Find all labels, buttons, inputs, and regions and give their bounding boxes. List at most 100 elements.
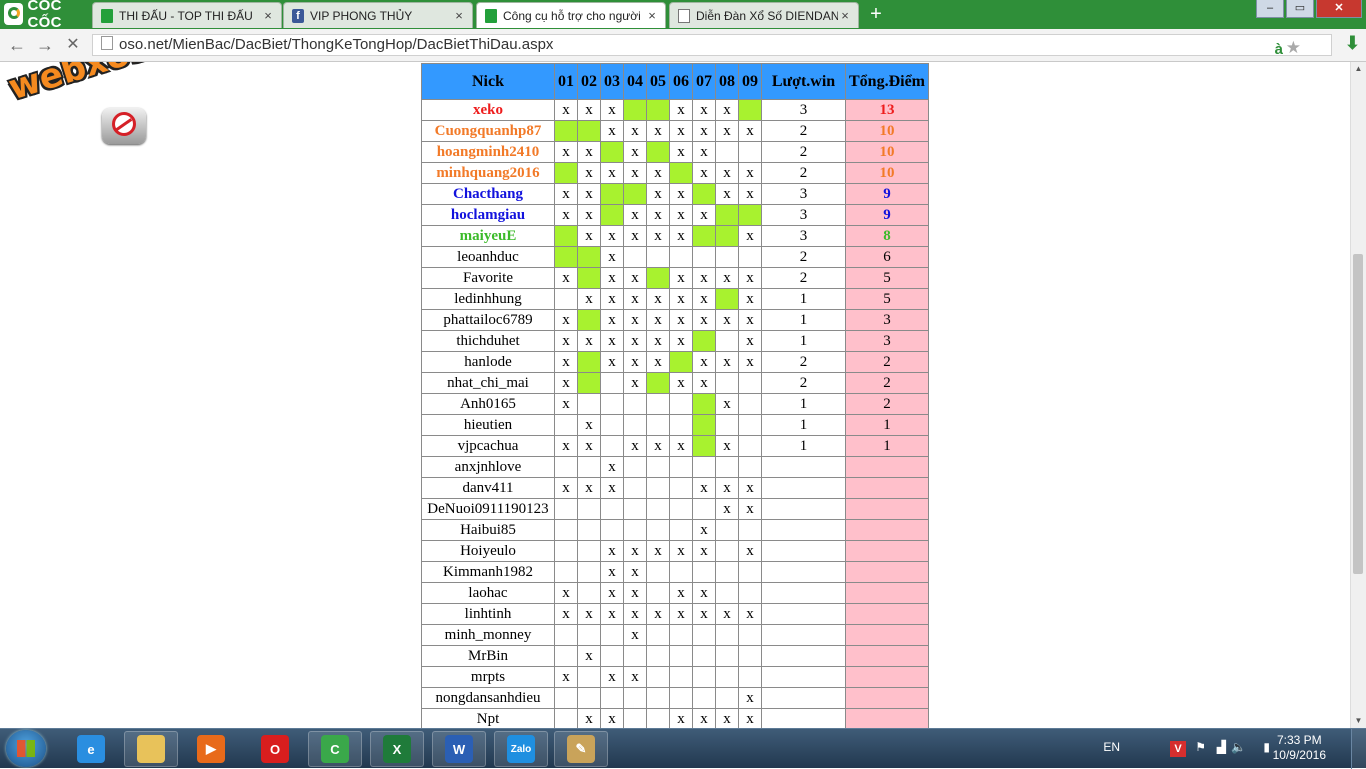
table-row: hanlode x x x x x x x 2 2 (421, 351, 929, 373)
bookmark-star-icon[interactable]: ★ (1286, 38, 1301, 58)
day-cell: x (577, 204, 601, 226)
day-cell (600, 393, 624, 415)
day-cell: x (692, 288, 716, 310)
wins-cell (761, 603, 846, 625)
points-cell: 2 (845, 351, 929, 373)
show-desktop-button[interactable] (1351, 729, 1366, 769)
hit-cell (646, 372, 670, 394)
taskbar-app-9[interactable]: ✎ (554, 731, 608, 767)
network-icon[interactable]: ▟ (1217, 740, 1226, 754)
start-button[interactable] (6, 730, 46, 767)
taskbar-app-3[interactable]: ▶ (184, 731, 238, 767)
table-row: nongdansanhdieu x (421, 687, 929, 709)
wins-cell (761, 645, 846, 667)
tab-1[interactable]: THI ĐẤU - TOP THI ĐẤU × (92, 2, 282, 28)
taskbar-app-2[interactable] (124, 731, 178, 767)
vietkey-icon[interactable]: V (1170, 741, 1186, 757)
day-cell (623, 414, 647, 436)
taskbar-app-8[interactable]: Zalo (494, 731, 548, 767)
day-cell: x (715, 435, 739, 457)
nick-cell: Hoiyeulo (421, 540, 555, 562)
points-cell: 10 (845, 162, 929, 184)
scrollbar-thumb[interactable] (1353, 254, 1363, 574)
coccoc-menu-button[interactable]: CỐC CỐC (0, 0, 92, 31)
scroll-down-arrow-icon[interactable]: ▼ (1351, 714, 1366, 728)
hit-cell (646, 141, 670, 163)
tab-2[interactable]: f VIP PHONG THỦY × (283, 2, 473, 28)
nick-cell: nongdansanhdieu (421, 687, 555, 709)
forward-arrow-icon[interactable]: → (34, 35, 56, 55)
day-cell: x (692, 351, 716, 373)
download-icon[interactable]: ⬇ (1345, 33, 1360, 54)
day-cell (669, 498, 693, 520)
nick-cell: danv411 (421, 477, 555, 499)
wins-cell: 2 (761, 372, 846, 394)
day-cell (692, 246, 716, 268)
tab-4[interactable]: Diễn Đàn Xổ Số DIENDAN × (669, 2, 859, 28)
taskbar-app-4[interactable]: O (248, 731, 302, 767)
action-center-flag-icon[interactable]: ⚑ (1195, 740, 1206, 754)
points-cell (845, 582, 929, 604)
word-icon: W (445, 735, 473, 763)
day-cell: x (738, 603, 762, 625)
hit-cell (646, 267, 670, 289)
taskbar-app-7[interactable]: W (432, 731, 486, 767)
taskbar-app-1[interactable]: e (64, 731, 118, 767)
nick-cell: DeNuoi0911190123 (421, 498, 555, 520)
day-cell: x (669, 120, 693, 142)
points-cell (845, 519, 929, 541)
vertical-scrollbar[interactable]: ▲ ▼ (1350, 62, 1366, 728)
system-clock[interactable]: 7:33 PM 10/9/2016 (1273, 733, 1326, 763)
day-cell: x (554, 267, 578, 289)
wins-cell: 3 (761, 225, 846, 247)
day-cell: x (577, 141, 601, 163)
header-nick: Nick (421, 63, 555, 100)
header-day-01: 01 (554, 63, 578, 100)
maximize-button[interactable]: ▭ (1286, 0, 1314, 18)
new-tab-button[interactable]: + (866, 4, 886, 24)
hit-cell (554, 225, 578, 247)
translate-icon[interactable]: à (1275, 40, 1283, 60)
hit-cell (577, 246, 601, 268)
tab-close-icon[interactable]: × (838, 8, 852, 23)
points-cell (845, 666, 929, 688)
points-cell: 9 (845, 204, 929, 226)
volume-icon[interactable]: 🔈 (1231, 740, 1246, 754)
day-cell (554, 708, 578, 728)
header-day-07: 07 (692, 63, 716, 100)
day-cell: x (669, 435, 693, 457)
day-cell: x (738, 477, 762, 499)
table-row: Cuongquanhp87 x x x x x x x 2 10 (421, 120, 929, 142)
back-arrow-icon[interactable]: ← (6, 35, 28, 55)
tab-close-icon[interactable]: × (261, 8, 275, 23)
day-cell: x (623, 141, 647, 163)
day-cell (669, 624, 693, 646)
points-cell: 2 (845, 372, 929, 394)
minimize-button[interactable]: – (1256, 0, 1284, 18)
tab-3[interactable]: Công cụ hỗ trợ cho người × (476, 2, 666, 28)
day-cell: x (715, 267, 739, 289)
tab-close-icon[interactable]: × (452, 8, 466, 23)
day-cell (692, 645, 716, 667)
table-row: Hoiyeulo x x x x x x (421, 540, 929, 562)
no-entry-icon[interactable] (102, 108, 146, 144)
points-cell: 8 (845, 225, 929, 247)
stop-loading-icon[interactable]: ✕ (62, 35, 84, 55)
day-cell: x (669, 225, 693, 247)
day-cell (646, 624, 670, 646)
day-cell (554, 540, 578, 562)
address-bar[interactable]: oso.net/MienBac/DacBiet/ThongKeTongHop/D… (92, 34, 1332, 58)
close-window-button[interactable]: ✕ (1316, 0, 1362, 18)
nick-cell: xeko (421, 99, 555, 121)
day-cell: x (577, 477, 601, 499)
table-row: laohac x x x x x (421, 582, 929, 604)
taskbar-app-5[interactable]: C (308, 731, 362, 767)
tab-close-icon[interactable]: × (645, 8, 659, 23)
battery-icon[interactable]: ▮ (1263, 740, 1270, 754)
hit-cell (554, 120, 578, 142)
taskbar-app-6[interactable]: X (370, 731, 424, 767)
scroll-up-arrow-icon[interactable]: ▲ (1351, 62, 1366, 76)
language-indicator[interactable]: EN (1103, 740, 1120, 754)
table-row: xeko x x x x x x 3 13 (421, 99, 929, 121)
day-cell: x (623, 162, 647, 184)
